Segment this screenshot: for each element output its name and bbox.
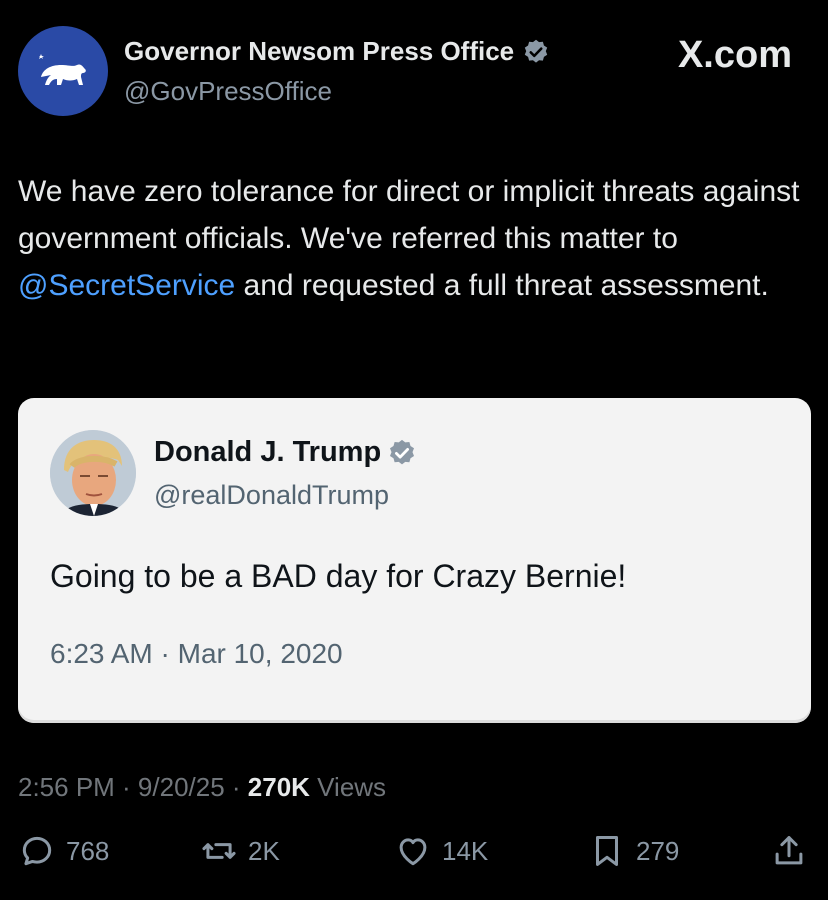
reply-icon <box>22 836 52 866</box>
bookmark-icon <box>595 836 619 866</box>
person-portrait-icon <box>50 430 136 516</box>
views-count: 270K <box>247 772 310 802</box>
bookmark-count: 279 <box>636 835 680 866</box>
verified-badge-icon <box>524 39 548 63</box>
verified-badge-icon <box>390 439 415 464</box>
quoted-text: Going to be a BAD day for Crazy Bernie! <box>50 558 627 594</box>
like-count: 14K <box>442 835 489 866</box>
tweet-text-part1: We have zero tolerance for direct or imp… <box>18 175 800 255</box>
tweet-text: We have zero tolerance for direct or imp… <box>18 168 813 309</box>
quoted-handle[interactable]: @realDonaldTrump <box>154 480 389 511</box>
share-icon <box>775 836 803 865</box>
tweet-meta: 2:56 PM · 9/20/25 · 270K Views <box>18 772 386 803</box>
mention-link[interactable]: @SecretService <box>18 269 235 302</box>
display-name-row[interactable]: Governor Newsom Press Office <box>124 36 550 67</box>
repost-icon <box>202 843 236 859</box>
quoted-tweet-card[interactable]: Donald J. Trump @realDonaldTrump Going t… <box>18 398 811 723</box>
heart-icon <box>399 838 427 866</box>
brand-label: X.com <box>677 34 792 76</box>
quoted-avatar[interactable] <box>50 430 136 516</box>
like-button[interactable]: 14K <box>394 832 488 870</box>
quoted-display-name[interactable]: Donald J. Trump <box>154 436 381 469</box>
display-name[interactable]: Governor Newsom Press Office <box>124 36 514 67</box>
bookmark-button[interactable]: 279 <box>588 832 679 870</box>
profile-avatar[interactable] <box>18 26 108 116</box>
repost-button[interactable]: 2K <box>200 832 280 870</box>
share-button[interactable] <box>770 832 808 870</box>
reply-button[interactable]: 768 <box>18 832 109 870</box>
views-label: Views <box>309 772 387 802</box>
repost-count: 2K <box>248 835 280 866</box>
reply-count: 768 <box>66 835 110 866</box>
quoted-name-row[interactable]: Donald J. Trump <box>154 436 417 469</box>
california-bear-icon <box>39 54 86 85</box>
user-handle[interactable]: @GovPressOffice <box>124 76 332 107</box>
post-time[interactable]: 2:56 PM · 9/20/25 · <box>18 772 248 802</box>
quoted-timestamp[interactable]: 6:23 AM · Mar 10, 2020 <box>50 638 343 670</box>
action-bar: 768 2K 14K 279 <box>18 832 810 880</box>
tweet-text-part2: and requested a full threat assessment. <box>235 269 769 302</box>
